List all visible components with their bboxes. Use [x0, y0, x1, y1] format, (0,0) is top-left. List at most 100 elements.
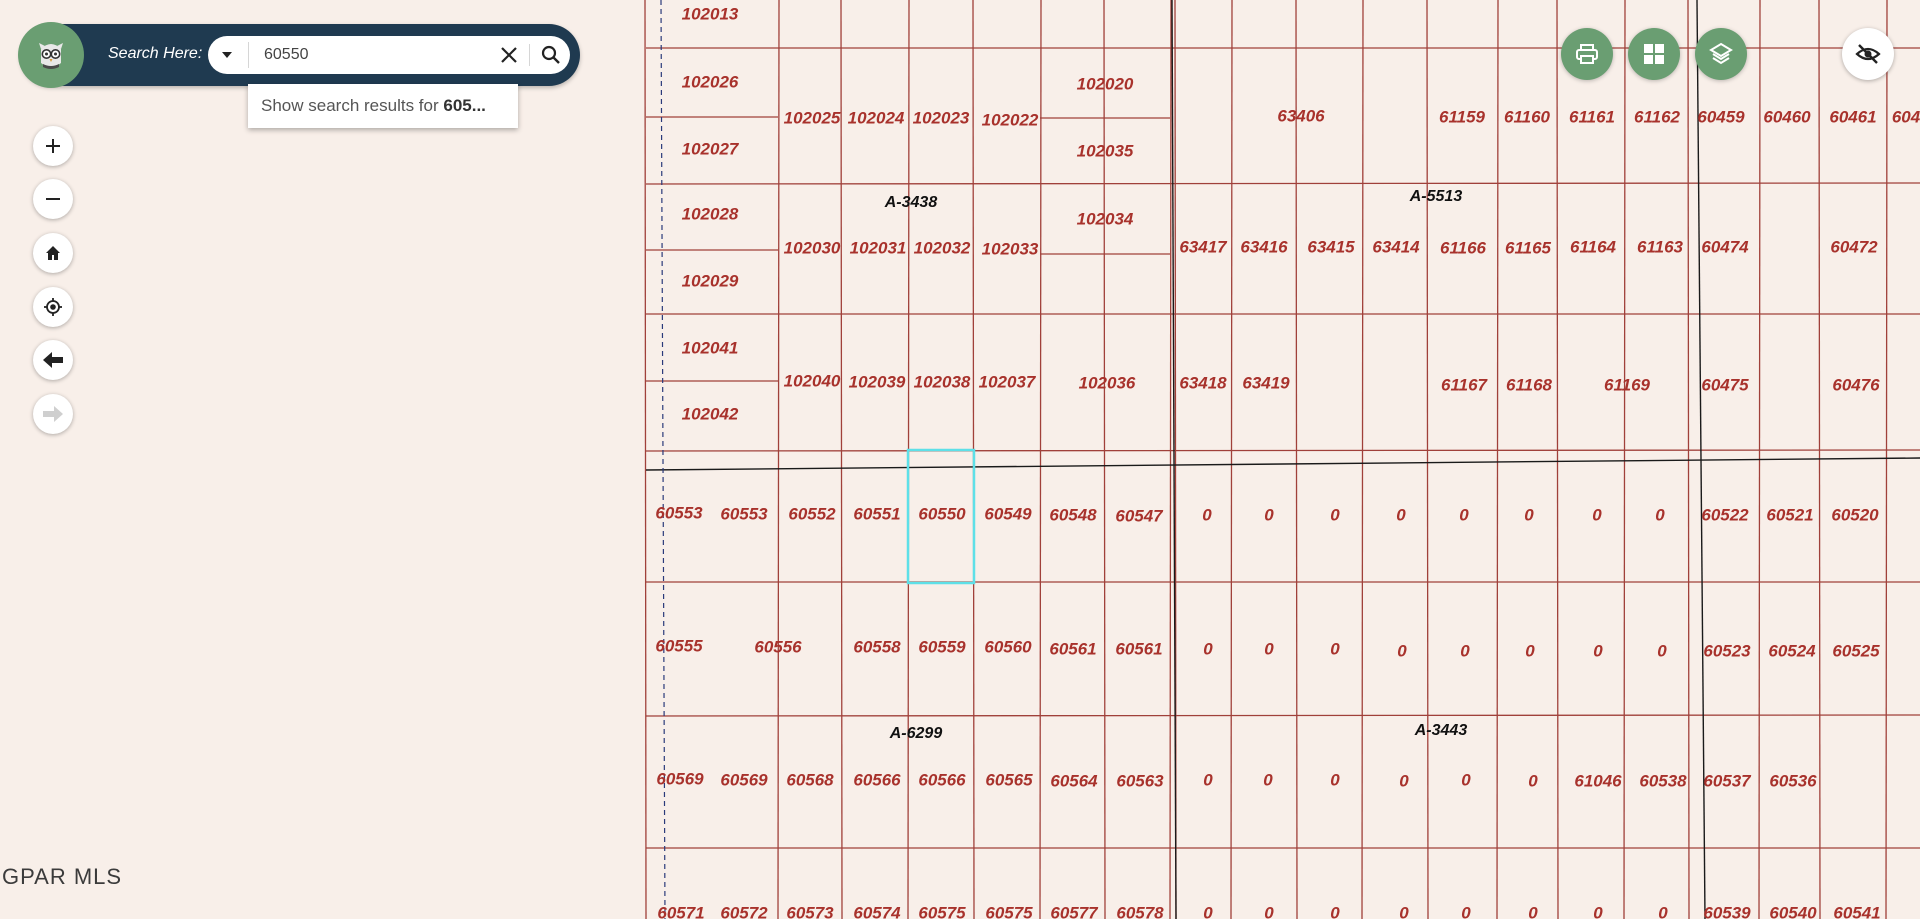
parcel-label[interactable]: 0 — [1330, 903, 1340, 919]
parcel-label[interactable]: 0 — [1461, 770, 1471, 789]
parcel-label[interactable]: 102032 — [914, 238, 971, 257]
parcel-label[interactable]: 60577 — [1050, 903, 1099, 919]
parcel-label[interactable]: 102034 — [1077, 209, 1134, 228]
parcel-label[interactable]: 60563 — [1116, 771, 1164, 790]
zoom-in-button[interactable] — [33, 126, 73, 166]
parcel-label[interactable]: 61046 — [1574, 771, 1622, 790]
parcel-label[interactable]: 60559 — [918, 637, 966, 656]
clear-search-button[interactable] — [490, 36, 528, 74]
parcel-label[interactable]: 102040 — [784, 371, 841, 390]
parcel-label[interactable]: 60476 — [1832, 375, 1880, 394]
parcel-label[interactable]: 102025 — [784, 108, 841, 127]
parcel-label[interactable]: 0 — [1658, 903, 1668, 919]
parcel-label[interactable]: 102028 — [682, 204, 739, 223]
parcel-label[interactable]: 102022 — [982, 110, 1039, 129]
parcel-label[interactable]: 60474 — [1701, 237, 1749, 256]
parcel-label[interactable]: 0 — [1592, 505, 1602, 524]
parcel-label[interactable]: 0 — [1264, 639, 1274, 658]
parcel-label[interactable]: 63419 — [1242, 373, 1290, 392]
parcel-label[interactable]: 61162 — [1634, 107, 1681, 126]
next-extent-button[interactable] — [33, 394, 73, 434]
parcel-label[interactable]: 102020 — [1077, 74, 1134, 93]
parcel-label[interactable]: 61169 — [1604, 375, 1651, 394]
parcel-label[interactable]: 0 — [1655, 505, 1665, 524]
parcel-label[interactable]: 0 — [1264, 505, 1274, 524]
parcel-label[interactable]: 61159 — [1439, 107, 1486, 126]
parcel-label[interactable]: 63414 — [1372, 237, 1420, 256]
parcel-label[interactable]: 102039 — [849, 372, 906, 391]
parcel-label[interactable]: 60574 — [853, 903, 901, 919]
parcel-label[interactable]: 60566 — [853, 770, 901, 789]
parcel-label[interactable]: 102026 — [682, 72, 739, 91]
parcel-label[interactable]: 60524 — [1768, 641, 1816, 660]
parcel-label[interactable]: 102041 — [682, 338, 739, 357]
parcel-label[interactable]: 0 — [1396, 505, 1406, 524]
parcel-label[interactable]: 0 — [1203, 639, 1213, 658]
parcel-label[interactable]: 60573 — [786, 903, 834, 919]
print-button[interactable] — [1561, 28, 1613, 80]
parcel-label[interactable]: 60552 — [788, 504, 836, 523]
home-button[interactable] — [33, 233, 73, 273]
parcel-label[interactable]: 60569 — [720, 770, 768, 789]
parcel-label[interactable]: 0 — [1399, 771, 1409, 790]
parcel-label[interactable]: 60578 — [1116, 903, 1164, 919]
parcel-label[interactable]: 61168 — [1506, 375, 1553, 394]
parcel-label[interactable]: 0 — [1397, 641, 1407, 660]
parcel-label[interactable]: 0 — [1330, 505, 1340, 524]
parcel-label[interactable]: 60575 — [985, 903, 1033, 919]
parcel-label[interactable]: 0 — [1263, 770, 1273, 789]
layers-button[interactable] — [1695, 28, 1747, 80]
parcel-label[interactable]: 61167 — [1441, 375, 1489, 394]
search-input[interactable] — [262, 40, 486, 70]
parcel-label[interactable]: 60472 — [1830, 237, 1878, 256]
search-suggestion[interactable]: Show search results for 605... — [248, 84, 518, 128]
basemap-button[interactable] — [1628, 28, 1680, 80]
parcel-label[interactable]: 60568 — [786, 770, 834, 789]
parcel-label[interactable]: 60460 — [1763, 107, 1811, 126]
parcel-label[interactable]: 60541 — [1833, 903, 1880, 919]
parcel-label[interactable]: 0 — [1461, 903, 1471, 919]
parcel-label[interactable]: 60549 — [984, 504, 1032, 523]
parcel-label[interactable]: 102013 — [682, 4, 739, 23]
parcel-label[interactable]: 60548 — [1049, 505, 1097, 524]
parcel-label[interactable]: 60475 — [1701, 375, 1749, 394]
parcel-label[interactable]: 604 — [1892, 107, 1920, 126]
parcel-label[interactable]: 61160 — [1504, 107, 1551, 126]
parcel-label[interactable]: 60575 — [918, 903, 966, 919]
parcel-label[interactable]: 60560 — [984, 637, 1032, 656]
locate-button[interactable] — [33, 287, 73, 327]
search-button[interactable] — [532, 36, 570, 74]
parcel-label[interactable]: 60569 — [656, 769, 704, 788]
parcel-label[interactable]: 0 — [1525, 641, 1535, 660]
parcel-label[interactable]: 0 — [1330, 639, 1340, 658]
parcel-label[interactable]: 60520 — [1831, 505, 1879, 524]
logo-button[interactable] — [18, 22, 84, 88]
parcel-label[interactable]: 0 — [1528, 903, 1538, 919]
parcel-label[interactable]: 63417 — [1179, 237, 1228, 256]
parcel-label[interactable]: 102024 — [848, 108, 905, 127]
parcel-label[interactable]: 60564 — [1050, 771, 1098, 790]
parcel-label[interactable]: 60459 — [1697, 107, 1745, 126]
parcel-label[interactable]: 102029 — [682, 271, 739, 290]
parcel-label[interactable]: 60551 — [853, 504, 900, 523]
parcel-label[interactable]: 102036 — [1079, 373, 1136, 392]
parcel-label[interactable]: 60521 — [1766, 505, 1813, 524]
parcel-label[interactable]: 102038 — [914, 372, 971, 391]
parcel-label[interactable]: 60571 — [657, 903, 704, 919]
parcel-label[interactable]: 61161 — [1569, 107, 1615, 126]
parcel-label[interactable]: 60461 — [1829, 107, 1876, 126]
parcel-label[interactable]: 60537 — [1703, 771, 1752, 790]
parcel-label[interactable]: 102031 — [850, 238, 907, 257]
parcel-label[interactable]: 0 — [1528, 771, 1538, 790]
parcel-label[interactable]: 60536 — [1769, 771, 1817, 790]
parcel-label[interactable]: 0 — [1460, 641, 1470, 660]
parcel-label[interactable]: 60522 — [1701, 505, 1749, 524]
parcel-label[interactable]: 60556 — [754, 637, 802, 656]
previous-extent-button[interactable] — [33, 340, 73, 380]
parcel-label[interactable]: 0 — [1399, 903, 1409, 919]
parcel-label[interactable]: 102033 — [982, 239, 1039, 258]
parcel-label[interactable]: 60523 — [1703, 641, 1751, 660]
parcel-label[interactable]: 63418 — [1179, 373, 1227, 392]
parcel-label[interactable]: 60550 — [918, 504, 966, 523]
parcel-label[interactable]: 0 — [1459, 505, 1469, 524]
